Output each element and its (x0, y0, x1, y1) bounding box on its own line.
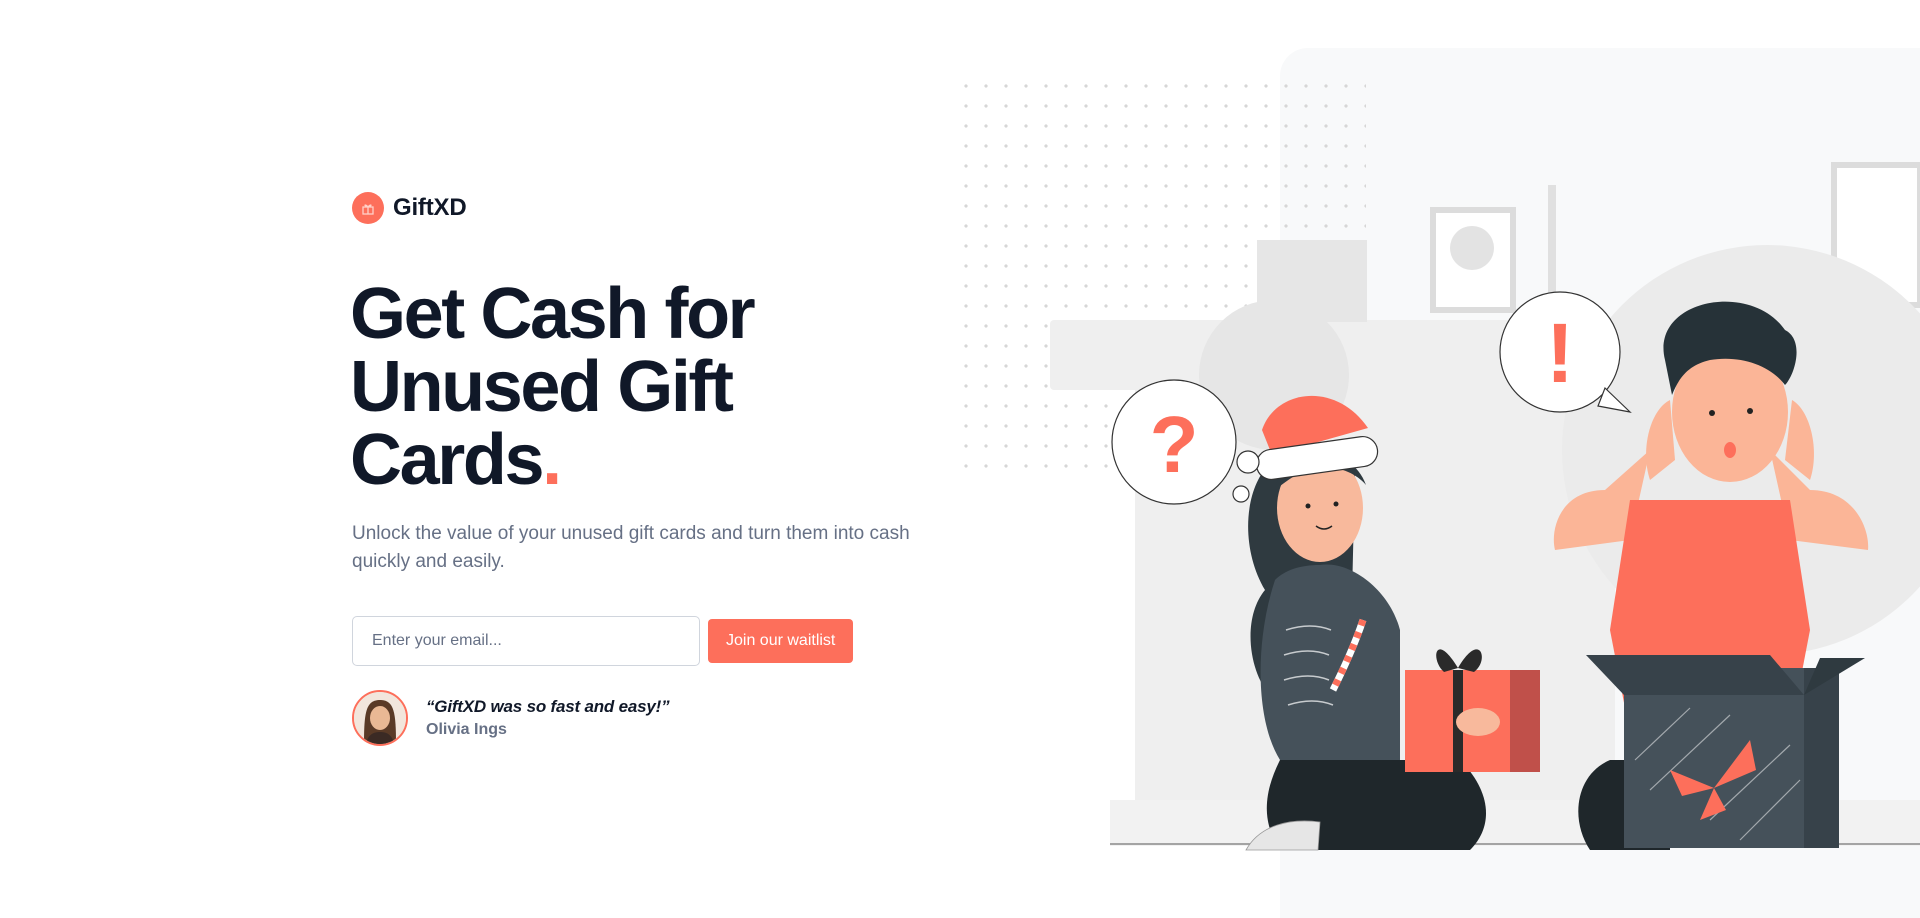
testimonial-quote: “GiftXD was so fast and easy!” (426, 697, 670, 716)
testimonial: “GiftXD was so fast and easy!” Olivia In… (352, 690, 670, 746)
waitlist-form: Join our waitlist (352, 616, 854, 666)
testimonial-author: Olivia Ings (426, 721, 507, 738)
join-waitlist-button[interactable]: Join our waitlist (708, 619, 854, 663)
avatar (352, 690, 408, 746)
email-field[interactable] (352, 616, 700, 666)
gift-opening-illustration: ? ! (1050, 162, 1920, 851)
brand-name: GiftXD (393, 194, 467, 221)
page-title: Get Cash for Unused Gift Cards. (350, 278, 870, 497)
svg-text:!: ! (1546, 306, 1574, 400)
brand-logo[interactable]: GiftXD (352, 192, 467, 224)
hero-subtext: Unlock the value of your unused gift car… (352, 523, 910, 572)
headline-accent-dot: . (542, 420, 562, 500)
testimonial-text: “GiftXD was so fast and easy!” Olivia In… (426, 697, 670, 739)
svg-text:?: ? (1150, 400, 1199, 489)
gift-icon (352, 192, 384, 224)
